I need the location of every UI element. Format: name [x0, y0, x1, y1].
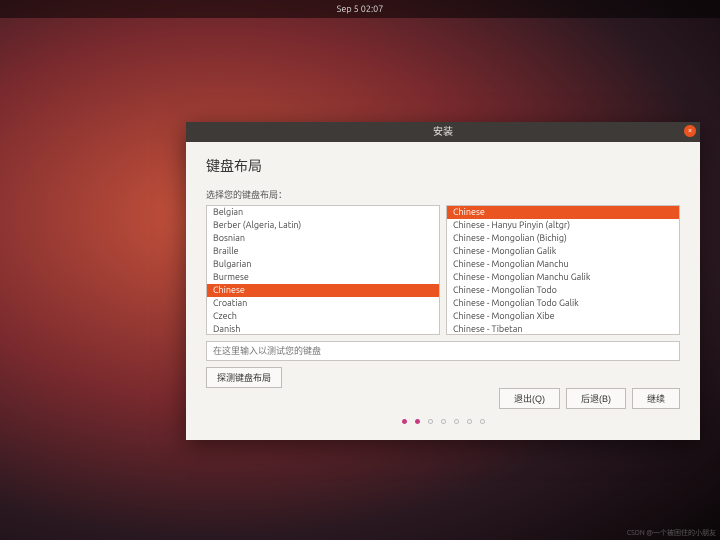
- layout-variant-item[interactable]: Chinese - Mongolian (Bichig): [447, 232, 679, 245]
- progress-dot: [441, 419, 446, 424]
- layout-variant-item[interactable]: Chinese - Mongolian Xibe: [447, 310, 679, 323]
- layout-variant-item[interactable]: Chinese - Hanyu Pinyin (altgr): [447, 219, 679, 232]
- window-titlebar: 安装 ×: [186, 122, 700, 142]
- nav-button-row: 退出(Q) 后退(B) 继续: [206, 388, 680, 409]
- test-input-row: [206, 341, 680, 361]
- layout-variant-item[interactable]: Chinese - Tibetan: [447, 323, 679, 335]
- watermark-text: CSDN @一个被困住的小朋友: [627, 528, 716, 538]
- keyboard-layout-lists: BelgianBerber (Algeria, Latin)BosnianBra…: [206, 205, 680, 335]
- layout-country-item[interactable]: Berber (Algeria, Latin): [207, 219, 439, 232]
- layout-country-item[interactable]: Croatian: [207, 297, 439, 310]
- keyboard-test-input[interactable]: [206, 341, 680, 361]
- close-icon[interactable]: ×: [684, 125, 696, 137]
- layout-country-list[interactable]: BelgianBerber (Algeria, Latin)BosnianBra…: [206, 205, 440, 335]
- layout-variant-item[interactable]: Chinese - Mongolian Manchu: [447, 258, 679, 271]
- progress-dots: [206, 409, 680, 432]
- continue-button[interactable]: 继续: [632, 388, 680, 409]
- layout-country-item[interactable]: Bosnian: [207, 232, 439, 245]
- progress-dot: [402, 419, 407, 424]
- choose-label: 选择您的键盘布局：: [206, 188, 680, 201]
- layout-variant-item[interactable]: Chinese: [447, 206, 679, 219]
- layout-variant-list[interactable]: ChineseChinese - Hanyu Pinyin (altgr)Chi…: [446, 205, 680, 335]
- page-heading: 键盘布局: [206, 156, 680, 176]
- layout-country-item[interactable]: Czech: [207, 310, 439, 323]
- layout-variant-item[interactable]: Chinese - Mongolian Manchu Galik: [447, 271, 679, 284]
- progress-dot: [415, 419, 420, 424]
- quit-button[interactable]: 退出(Q): [499, 388, 560, 409]
- layout-country-item[interactable]: Chinese: [207, 284, 439, 297]
- clock-text: Sep 5 02:07: [337, 4, 384, 14]
- installer-window: 安装 × 键盘布局 选择您的键盘布局： BelgianBerber (Alger…: [186, 122, 700, 440]
- progress-dot: [454, 419, 459, 424]
- detect-layout-button[interactable]: 探测键盘布局: [206, 367, 282, 388]
- layout-country-item[interactable]: Belgian: [207, 206, 439, 219]
- layout-variant-item[interactable]: Chinese - Mongolian Todo: [447, 284, 679, 297]
- window-title: 安装: [433, 126, 453, 137]
- layout-variant-item[interactable]: Chinese - Mongolian Todo Galik: [447, 297, 679, 310]
- progress-dot: [467, 419, 472, 424]
- system-topbar: Sep 5 02:07: [0, 0, 720, 18]
- installer-content: 键盘布局 选择您的键盘布局： BelgianBerber (Algeria, L…: [186, 142, 700, 440]
- back-button[interactable]: 后退(B): [566, 388, 626, 409]
- layout-country-item[interactable]: Bulgarian: [207, 258, 439, 271]
- layout-country-item[interactable]: Braille: [207, 245, 439, 258]
- layout-country-item[interactable]: Danish: [207, 323, 439, 335]
- progress-dot: [428, 419, 433, 424]
- layout-country-item[interactable]: Burmese: [207, 271, 439, 284]
- layout-variant-item[interactable]: Chinese - Mongolian Galik: [447, 245, 679, 258]
- progress-dot: [480, 419, 485, 424]
